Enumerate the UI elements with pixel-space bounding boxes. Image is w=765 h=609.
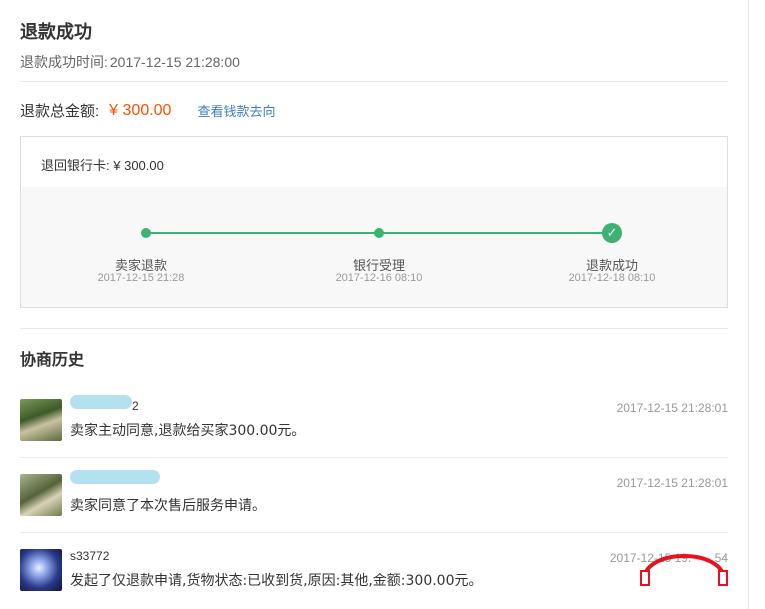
history-title: 协商历史 [20, 352, 85, 369]
history-entry-time: 2017-12-15 21:28:01 [616, 401, 728, 415]
page-title: 退款成功 [20, 22, 92, 42]
right-border [748, 0, 749, 609]
step-3-time: 2017-12-18 08:10 [568, 272, 656, 284]
bank-card-label: 退回银行卡: [41, 158, 110, 173]
name-redaction [70, 395, 132, 409]
avatar [20, 399, 62, 441]
refund-detail-box: 退回银行卡: ¥ 300.00 ✓ 卖家退款 2017-12-15 21:28 … [20, 136, 728, 308]
divider [20, 532, 728, 533]
history-entry-name: s33772 [70, 549, 110, 563]
avatar [20, 474, 62, 516]
history-entry-message: 卖家主动同意,退款给买家300.00元。 [70, 423, 306, 439]
step-2-dot [374, 228, 384, 238]
refund-total: 退款总金额: ¥ 300.00 查看钱款去向 [20, 100, 275, 121]
refund-time-label: 退款成功时间: [20, 54, 108, 70]
divider [20, 81, 728, 82]
refund-total-amount: ¥ 300.00 [109, 101, 172, 119]
refund-progress: ✓ 卖家退款 2017-12-15 21:28 银行受理 2017-12-16 … [21, 187, 727, 307]
bank-card-refund: 退回银行卡: ¥ 300.00 [41, 155, 164, 174]
history-entry-name: 2 [132, 399, 139, 413]
view-money-flow-link[interactable]: 查看钱款去向 [197, 101, 275, 120]
history-entry-time: 2017-12-15 21:28:01 [616, 476, 728, 490]
divider [20, 457, 728, 458]
refund-total-label: 退款总金额: [20, 103, 100, 120]
check-icon: ✓ [602, 223, 622, 243]
avatar [20, 549, 62, 591]
headset-icon[interactable] [636, 540, 732, 590]
step-2-time: 2017-12-16 08:10 [335, 272, 423, 284]
bank-card-amount: ¥ 300.00 [113, 158, 164, 173]
step-1-dot [141, 228, 151, 238]
history-entry-message: 卖家同意了本次售后服务申请。 [70, 498, 266, 514]
divider [20, 328, 728, 329]
refund-time: 退款成功时间: 2017-12-15 21:28:00 [20, 52, 240, 72]
step-1-time: 2017-12-15 21:28 [97, 272, 185, 284]
refund-time-value: 2017-12-15 21:28:00 [109, 54, 240, 70]
name-redaction [70, 470, 160, 484]
history-entry-message: 发起了仅退款申请,货物状态:已收到货,原因:其他,金额:300.00元。 [70, 573, 483, 589]
